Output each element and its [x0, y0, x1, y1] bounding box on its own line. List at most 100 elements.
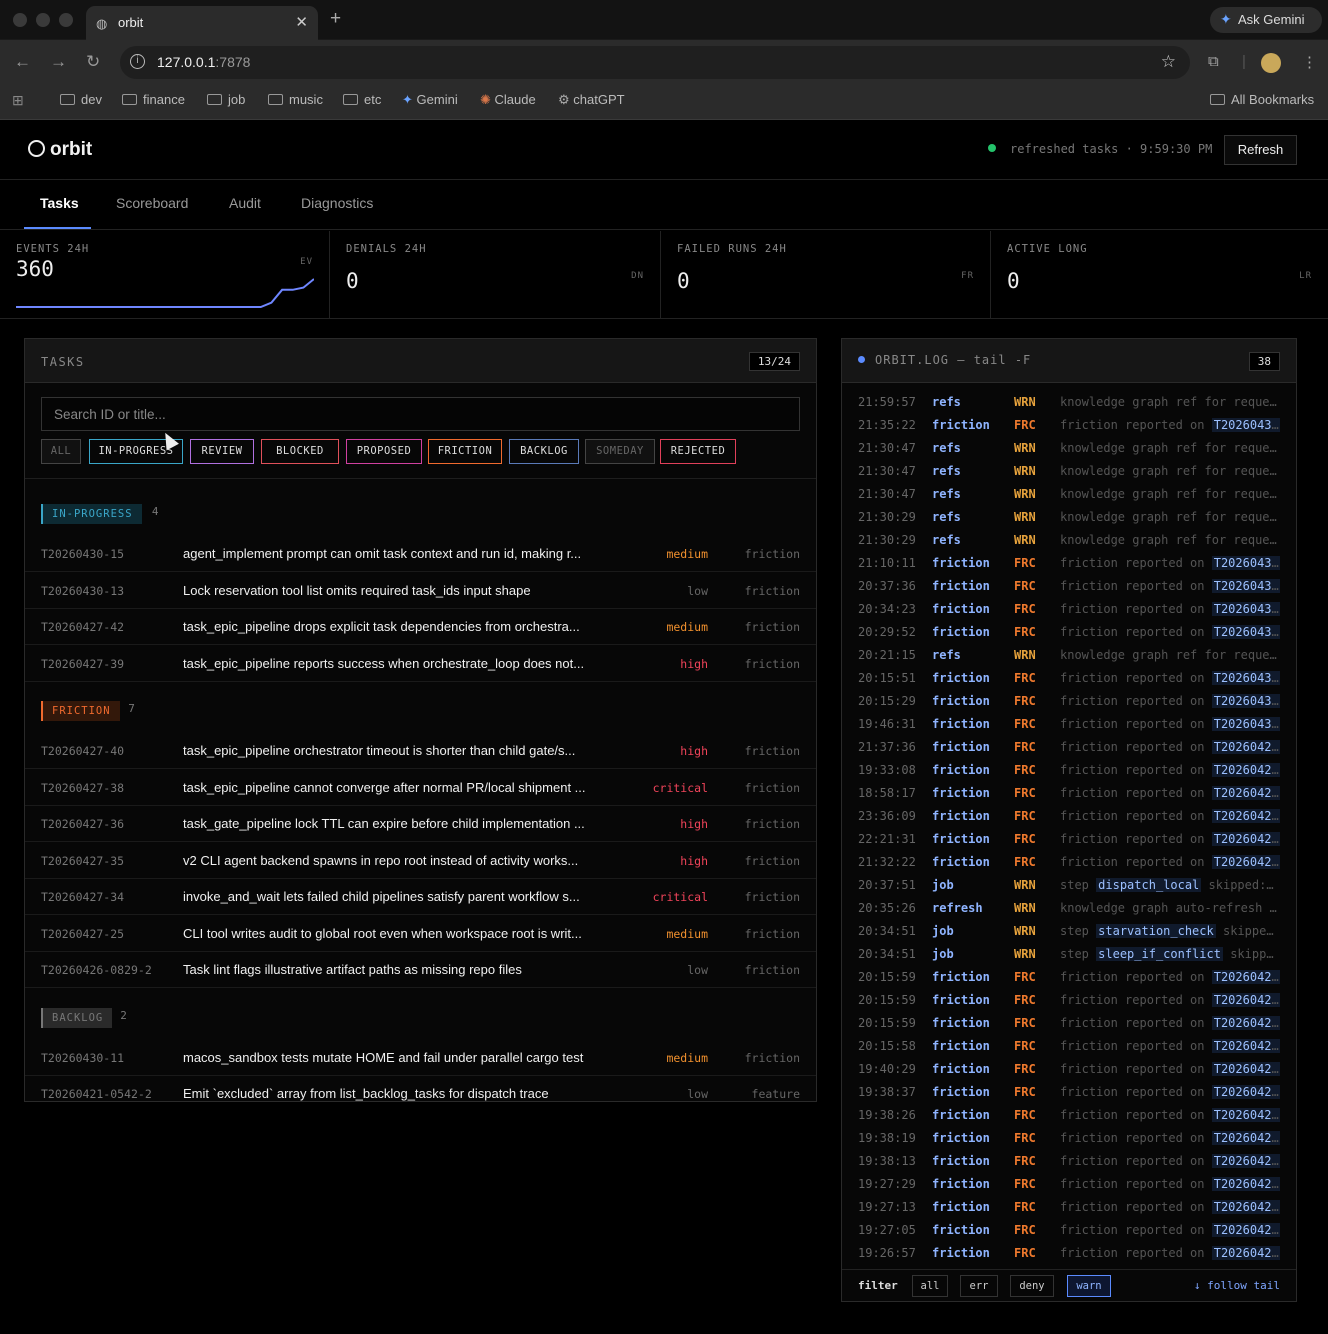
- table-row[interactable]: T20260430-13 Lock reservation tool list o…: [25, 573, 816, 609]
- log-entry[interactable]: 20:29:52 friction FRC friction reported on …: [858, 622, 1283, 645]
- log-filter-err[interactable]: err: [960, 1275, 998, 1297]
- new-tab-icon[interactable]: +: [330, 8, 341, 30]
- bookmark-folder-etc[interactable]: etc: [343, 92, 381, 107]
- log-entry[interactable]: 21:37:36 friction FRC friction reported on …: [858, 737, 1283, 760]
- table-row[interactable]: T20260426-0829-2 Task lint flags illustra…: [25, 952, 816, 988]
- url-text[interactable]: 127.0.0.1:7878: [157, 54, 250, 70]
- bookmark-folder-music[interactable]: music: [268, 92, 323, 107]
- log-entry[interactable]: 20:37:51 job WRN step dispatch_local skippe…: [858, 875, 1283, 898]
- window-zoom-light[interactable]: [59, 13, 73, 27]
- log-entry[interactable]: 19:38:13 friction FRC friction reported on …: [858, 1151, 1283, 1174]
- log-entry[interactable]: 19:38:26 friction FRC friction reported on …: [858, 1105, 1283, 1128]
- tab-audit[interactable]: Audit: [229, 195, 261, 211]
- table-row[interactable]: T20260427-39 task_epic_pipeline reports s…: [25, 646, 816, 682]
- log-entry[interactable]: 21:30:47 refs WRN knowledge graph ref for r…: [858, 438, 1283, 461]
- close-tab-icon[interactable]: ✕: [295, 13, 308, 31]
- log-filter-all[interactable]: all: [912, 1275, 948, 1297]
- ask-gemini-button[interactable]: ✦ Ask Gemini: [1210, 7, 1322, 33]
- tab-scoreboard[interactable]: Scoreboard: [116, 195, 188, 211]
- log-entry[interactable]: 20:15:59 friction FRC friction reported on …: [858, 1013, 1283, 1036]
- log-entry[interactable]: 21:30:47 refs WRN knowledge graph ref for r…: [858, 461, 1283, 484]
- refresh-button[interactable]: Refresh: [1224, 135, 1297, 165]
- bookmark-claude[interactable]: ✺ Claude: [480, 92, 536, 108]
- filter-chip-all[interactable]: ALL: [41, 439, 81, 464]
- log-entry[interactable]: 21:30:47 refs WRN knowledge graph ref for r…: [858, 484, 1283, 507]
- log-entry[interactable]: 21:30:29 refs WRN knowledge graph ref for r…: [858, 530, 1283, 553]
- log-entry[interactable]: 20:34:23 friction FRC friction reported on …: [858, 599, 1283, 622]
- log-entry[interactable]: 21:35:22 friction FRC friction reported on …: [858, 415, 1283, 438]
- bookmark-folder-finance[interactable]: finance: [122, 92, 185, 107]
- log-entry[interactable]: 19:26:57 friction FRC friction reported on …: [858, 1243, 1283, 1264]
- log-entry[interactable]: 20:34:51 job WRN step sleep_if_conflict ski…: [858, 944, 1283, 967]
- bookmark-star-icon[interactable]: ☆: [1161, 52, 1176, 72]
- log-entry[interactable]: 20:15:58 friction FRC friction reported on …: [858, 1036, 1283, 1059]
- menu-kebab-icon[interactable]: ⋮: [1302, 53, 1317, 71]
- back-icon[interactable]: ←: [14, 52, 31, 72]
- table-row[interactable]: T20260427-25 CLI tool writes audit to glo…: [25, 916, 816, 952]
- log-entry[interactable]: 21:32:22 friction FRC friction reported on …: [858, 852, 1283, 875]
- table-row[interactable]: T20260430-15 agent_implement prompt can o…: [25, 536, 816, 572]
- log-entry[interactable]: 19:27:13 friction FRC friction reported on …: [858, 1197, 1283, 1220]
- table-row[interactable]: T20260430-11 macos_sandbox tests mutate H…: [25, 1040, 816, 1076]
- log-entry[interactable]: 19:33:08 friction FRC friction reported on …: [858, 760, 1283, 783]
- log-filter-deny[interactable]: deny: [1010, 1275, 1054, 1297]
- bookmark-gemini[interactable]: ✦ Gemini: [402, 92, 458, 108]
- bookmark-chatgpt[interactable]: ⚙ chatGPT: [558, 92, 625, 108]
- log-entry[interactable]: 20:35:26 refresh WRN knowledge graph auto-r…: [858, 898, 1283, 921]
- filter-chip-friction[interactable]: FRICTION: [428, 439, 502, 464]
- table-row[interactable]: T20260427-34 invoke_and_wait lets failed …: [25, 879, 816, 915]
- task-search-input[interactable]: [41, 397, 800, 431]
- log-entry[interactable]: 20:37:36 friction FRC friction reported on …: [858, 576, 1283, 599]
- log-entry[interactable]: 19:40:29 friction FRC friction reported on …: [858, 1059, 1283, 1082]
- filter-chip-blocked[interactable]: BLOCKED: [261, 439, 339, 464]
- log-entry[interactable]: 21:10:11 friction FRC friction reported on …: [858, 553, 1283, 576]
- log-entry[interactable]: 20:21:15 refs WRN knowledge graph ref for r…: [858, 645, 1283, 668]
- log-entry[interactable]: 20:15:59 friction FRC friction reported on …: [858, 990, 1283, 1013]
- log-filter-warn[interactable]: warn: [1067, 1275, 1111, 1297]
- filter-chip-rejected[interactable]: REJECTED: [660, 439, 736, 464]
- bookmark-folder-job[interactable]: job: [207, 92, 245, 107]
- bookmark-folder-dev[interactable]: dev: [60, 92, 102, 107]
- log-entry[interactable]: 20:34:51 job WRN step starvation_check skip…: [858, 921, 1283, 944]
- apps-grid-icon[interactable]: ⊞: [12, 92, 24, 109]
- table-row[interactable]: T20260427-42 task_epic_pipeline drops exp…: [25, 609, 816, 645]
- table-row[interactable]: T20260427-36 task_gate_pipeline lock TTL …: [25, 806, 816, 842]
- task-title: Lock reservation tool list omits require…: [183, 582, 531, 598]
- log-entry[interactable]: 21:59:57 refs WRN knowledge graph ref for r…: [858, 392, 1283, 415]
- table-row[interactable]: T20260427-40 task_epic_pipeline orchestra…: [25, 733, 816, 769]
- cast-icon[interactable]: ⧉: [1208, 53, 1219, 70]
- task-priority: low: [687, 583, 708, 598]
- log-entry[interactable]: 21:30:29 refs WRN knowledge graph ref for r…: [858, 507, 1283, 530]
- log-entry[interactable]: 22:21:31 friction FRC friction reported on …: [858, 829, 1283, 852]
- address-bar[interactable]: i 127.0.0.1:7878 ☆: [120, 46, 1190, 79]
- log-entry[interactable]: 19:27:05 friction FRC friction reported on …: [858, 1220, 1283, 1243]
- browser-tab[interactable]: ◍ orbit ✕: [86, 6, 318, 40]
- table-row[interactable]: T20260427-35 v2 CLI agent backend spawns …: [25, 843, 816, 879]
- filter-chip-backlog[interactable]: BACKLOG: [509, 439, 579, 464]
- log-entry[interactable]: 20:15:59 friction FRC friction reported on …: [858, 967, 1283, 990]
- log-entry[interactable]: 19:27:29 friction FRC friction reported on …: [858, 1174, 1283, 1197]
- table-row[interactable]: T20260421-0542-2 Emit `excluded` array fr…: [25, 1076, 816, 1101]
- log-entry[interactable]: 20:15:51 friction FRC friction reported on …: [858, 668, 1283, 691]
- log-entry[interactable]: 19:46:31 friction FRC friction reported on …: [858, 714, 1283, 737]
- log-entry[interactable]: 23:36:09 friction FRC friction reported on …: [858, 806, 1283, 829]
- log-entry[interactable]: 20:15:29 friction FRC friction reported on …: [858, 691, 1283, 714]
- log-entry[interactable]: 18:58:17 friction FRC friction reported on …: [858, 783, 1283, 806]
- forward-icon[interactable]: →: [50, 52, 67, 72]
- reload-icon[interactable]: ↻: [86, 52, 100, 72]
- profile-avatar[interactable]: [1261, 53, 1281, 73]
- follow-tail-toggle[interactable]: ↓ follow tail: [1194, 1279, 1280, 1292]
- filter-chip-proposed[interactable]: PROPOSED: [346, 439, 422, 464]
- log-entry[interactable]: 19:38:37 friction FRC friction reported on …: [858, 1082, 1283, 1105]
- table-row[interactable]: T20260427-38 task_epic_pipeline cannot co…: [25, 770, 816, 806]
- log-entry[interactable]: 19:38:19 friction FRC friction reported on …: [858, 1128, 1283, 1151]
- log-timestamp: 20:15:59: [858, 993, 916, 1007]
- tab-tasks[interactable]: Tasks: [40, 195, 79, 211]
- tab-diagnostics[interactable]: Diagnostics: [301, 195, 373, 211]
- window-close-light[interactable]: [13, 13, 27, 27]
- all-bookmarks-folder[interactable]: All Bookmarks: [1210, 92, 1314, 107]
- site-info-icon[interactable]: i: [130, 54, 145, 69]
- filter-chip-review[interactable]: REVIEW: [190, 439, 254, 464]
- window-minimize-light[interactable]: [36, 13, 50, 27]
- filter-chip-someday[interactable]: SOMEDAY: [585, 439, 655, 464]
